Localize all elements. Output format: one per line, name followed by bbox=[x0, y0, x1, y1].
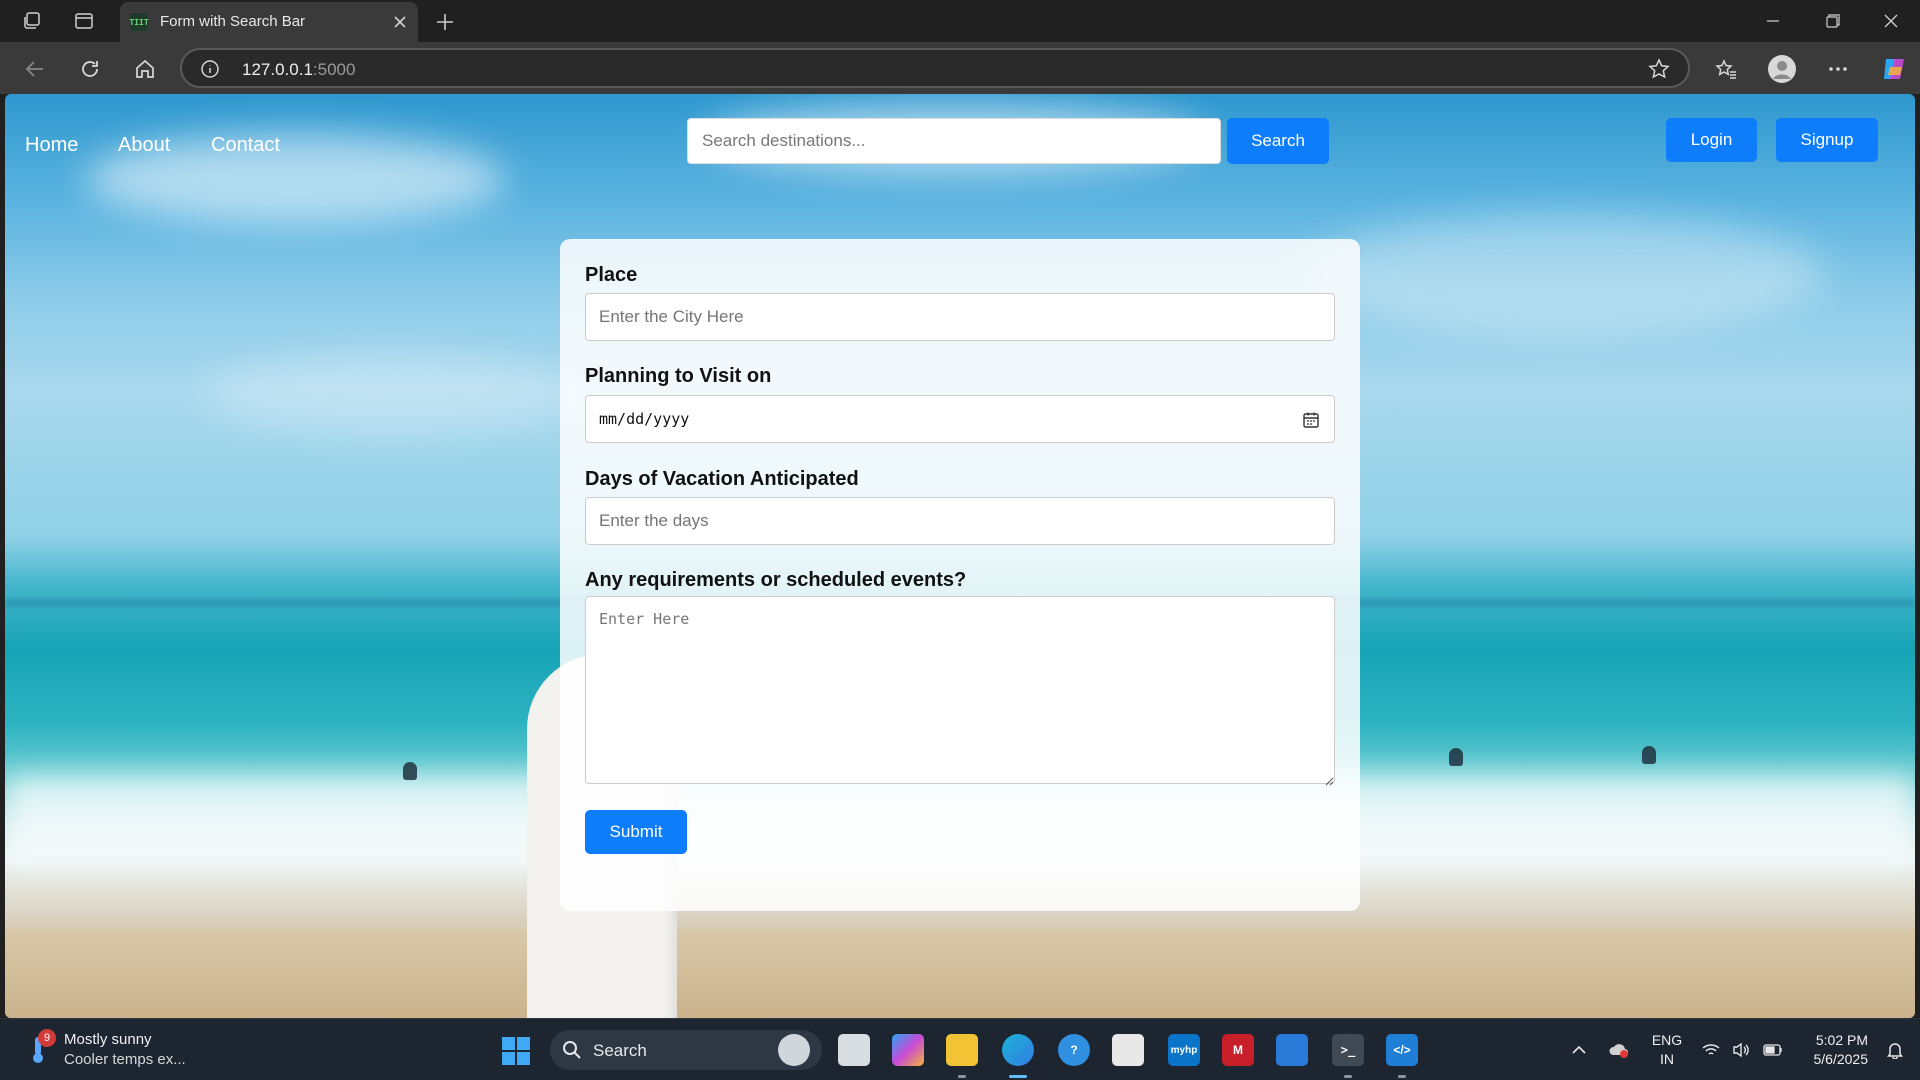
page-viewport: Home About Contact Search Login Signup P… bbox=[5, 94, 1915, 1018]
visit-date-label: Planning to Visit on bbox=[585, 365, 772, 387]
background-sand bbox=[5, 929, 1915, 1018]
myhp-icon[interactable]: myhp bbox=[1168, 1034, 1200, 1066]
place-input[interactable] bbox=[585, 293, 1335, 341]
nav-link-contact[interactable]: Contact bbox=[211, 134, 280, 157]
favorites-icon[interactable] bbox=[1710, 53, 1742, 85]
requirements-textarea[interactable] bbox=[585, 596, 1335, 784]
background-surfer bbox=[403, 762, 417, 780]
background-surfer bbox=[1642, 746, 1656, 764]
search-highlight-icon bbox=[778, 1034, 810, 1066]
close-tab-icon[interactable] bbox=[390, 12, 410, 32]
tab-title: Form with Search Bar bbox=[160, 13, 306, 30]
favorite-star-icon[interactable] bbox=[1648, 58, 1670, 80]
address-port: :5000 bbox=[312, 60, 356, 79]
app-running-indicator bbox=[1398, 1075, 1406, 1078]
app-running-indicator bbox=[958, 1075, 966, 1078]
address-host: 127.0.0.1 bbox=[242, 60, 313, 79]
trip-form: Place Planning to Visit on mm/dd/yyyy Da… bbox=[560, 239, 1360, 911]
background-cloud bbox=[1305, 214, 1825, 334]
weather-notification-badge: 9 bbox=[38, 1029, 56, 1047]
copilot-app-icon[interactable] bbox=[892, 1034, 924, 1066]
weather-condition: Mostly sunny bbox=[64, 1031, 152, 1048]
visit-date-input[interactable]: mm/dd/yyyy bbox=[585, 395, 1335, 443]
background-surfer bbox=[1449, 748, 1463, 766]
browser-toolbar: 127.0.0.1:5000 bbox=[0, 42, 1920, 94]
signup-button[interactable]: Signup bbox=[1776, 118, 1878, 162]
task-view-icon[interactable] bbox=[838, 1034, 870, 1066]
mcafee-icon[interactable]: M bbox=[1222, 1034, 1254, 1066]
wifi-icon[interactable] bbox=[1700, 1039, 1722, 1061]
minimize-icon[interactable] bbox=[1744, 0, 1802, 42]
clock-date: 5/6/2025 bbox=[1813, 1051, 1869, 1067]
nav-link-about[interactable]: About bbox=[118, 134, 170, 157]
resize-grip-icon[interactable] bbox=[1324, 773, 1334, 786]
onedrive-error-icon[interactable] bbox=[1608, 1039, 1630, 1061]
address-url[interactable]: 127.0.0.1:5000 bbox=[242, 60, 355, 80]
language-region: IN bbox=[1660, 1051, 1674, 1067]
vscode-icon[interactable]: </> bbox=[1386, 1034, 1418, 1066]
profile-avatar[interactable] bbox=[1766, 53, 1798, 85]
language-indicator[interactable]: ENG IN bbox=[1650, 1031, 1684, 1069]
language-code: ENG bbox=[1651, 1032, 1683, 1048]
login-button[interactable]: Login bbox=[1666, 118, 1757, 162]
widgets-app-icon[interactable] bbox=[1276, 1034, 1308, 1066]
search-button[interactable]: Search bbox=[1227, 118, 1329, 164]
battery-icon[interactable] bbox=[1762, 1039, 1784, 1061]
weather-detail: Cooler temps ex... bbox=[64, 1051, 186, 1068]
days-input[interactable] bbox=[585, 497, 1335, 545]
workspaces-icon[interactable] bbox=[20, 9, 44, 33]
refresh-icon[interactable] bbox=[75, 54, 105, 84]
background-cloud bbox=[205, 354, 585, 434]
search-icon bbox=[563, 1041, 581, 1059]
notification-bell-icon[interactable] bbox=[1884, 1039, 1906, 1061]
new-tab-icon[interactable] bbox=[432, 9, 458, 35]
windows-start-icon[interactable] bbox=[502, 1037, 530, 1065]
file-explorer-icon[interactable] bbox=[946, 1034, 978, 1066]
submit-button[interactable]: Submit bbox=[585, 810, 687, 854]
browser-titlebar: TIIT Form with Search Bar bbox=[0, 0, 1920, 42]
restore-icon[interactable] bbox=[1804, 0, 1862, 42]
days-label: Days of Vacation Anticipated bbox=[585, 468, 859, 490]
vertical-tabs-icon[interactable] bbox=[72, 9, 96, 33]
browser-tab-active[interactable]: TIIT Form with Search Bar bbox=[120, 2, 418, 42]
microsoft-store-icon[interactable] bbox=[1112, 1034, 1144, 1066]
destination-search-input[interactable] bbox=[687, 118, 1221, 164]
taskbar-search-label: Search bbox=[593, 1041, 647, 1060]
copilot-icon[interactable] bbox=[1878, 53, 1910, 85]
more-options-icon[interactable] bbox=[1822, 53, 1854, 85]
close-window-icon[interactable] bbox=[1862, 0, 1920, 42]
volume-icon[interactable] bbox=[1730, 1039, 1752, 1061]
calendar-icon[interactable] bbox=[1302, 411, 1320, 429]
app-active-indicator bbox=[1009, 1075, 1027, 1078]
edge-browser-icon[interactable] bbox=[1002, 1034, 1034, 1066]
app-running-indicator bbox=[1344, 1075, 1352, 1078]
place-label: Place bbox=[585, 264, 638, 286]
back-arrow-icon[interactable] bbox=[20, 54, 50, 84]
chevron-up-icon[interactable] bbox=[1568, 1039, 1590, 1061]
terminal-icon[interactable]: >_ bbox=[1332, 1034, 1364, 1066]
home-icon[interactable] bbox=[130, 54, 160, 84]
address-bar[interactable]: 127.0.0.1:5000 bbox=[180, 48, 1690, 88]
tab-favicon-icon: TIIT bbox=[129, 13, 149, 31]
system-clock[interactable]: 5:02 PM 5/6/2025 bbox=[1800, 1031, 1869, 1069]
date-format-text: mm/dd/yyyy bbox=[599, 410, 690, 428]
site-info-icon[interactable] bbox=[200, 59, 220, 79]
taskbar: 9 Mostly sunny Cooler temps ex... Search… bbox=[0, 1018, 1920, 1080]
nav-link-home[interactable]: Home bbox=[25, 134, 78, 157]
clock-time: 5:02 PM bbox=[1815, 1032, 1868, 1048]
taskbar-search-box[interactable]: Search bbox=[550, 1030, 822, 1070]
help-icon[interactable]: ? bbox=[1058, 1034, 1090, 1066]
requirements-label: Any requirements or scheduled events? bbox=[585, 569, 967, 591]
